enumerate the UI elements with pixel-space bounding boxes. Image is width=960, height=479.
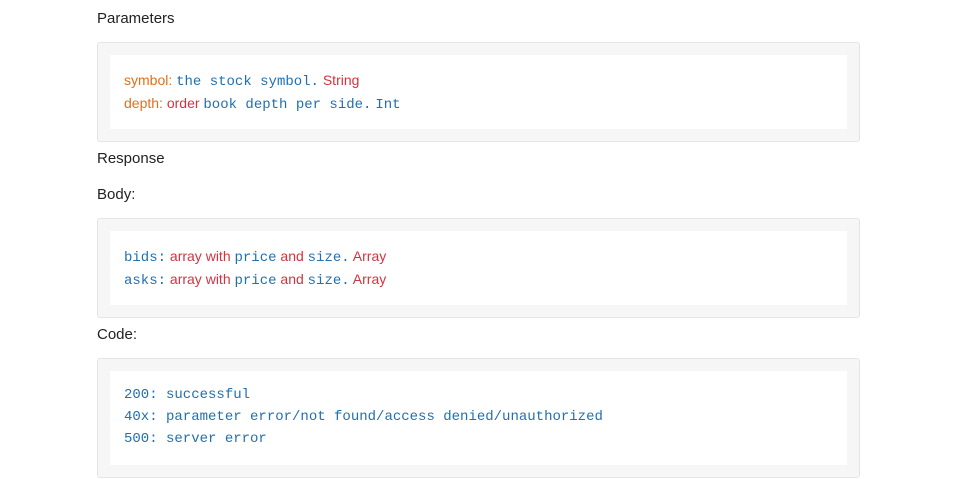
param-depth-line: depth: order book depth per side. Int (124, 92, 833, 115)
param-depth-type: Int (375, 97, 401, 113)
asks-word-with: with (205, 271, 231, 287)
response-heading: Response (97, 150, 165, 167)
body-asks-line: asks: array with price and size. Array (124, 268, 833, 291)
param-symbol-line: symbol: the stock symbol. String (124, 69, 833, 92)
asks-word-and: and (280, 271, 304, 287)
bids-word-price: price (234, 250, 277, 266)
status-code-panel: 200: successful 40x: parameter error/not… (97, 358, 860, 478)
param-depth-desc: book depth per side. (203, 97, 372, 113)
asks-word-size: size. (307, 273, 350, 289)
asks-word-array: array (169, 271, 202, 287)
param-depth-key: depth: (124, 95, 163, 111)
body-code-block: bids: array with price and size. Array a… (110, 231, 847, 305)
bids-word-array: array (169, 248, 202, 264)
bids-key: bids: (124, 250, 167, 266)
status-code-200: 200: successful (124, 387, 251, 403)
status-code-40x: 40x: parameter error/not found/access de… (124, 409, 603, 425)
asks-type: Array (352, 271, 387, 287)
api-doc-page: Parameters symbol: the stock symbol. Str… (0, 0, 960, 479)
asks-key: asks: (124, 273, 167, 289)
bids-type: Array (352, 248, 387, 264)
body-bids-line: bids: array with price and size. Array (124, 245, 833, 268)
body-heading: Body: (97, 186, 136, 203)
body-code-panel: bids: array with price and size. Array a… (97, 218, 860, 318)
bids-word-with: with (205, 248, 231, 264)
parameters-code-block: symbol: the stock symbol. String depth: … (110, 55, 847, 129)
status-code-500: 500: server error (124, 431, 267, 447)
code-heading: Code: (97, 326, 138, 343)
param-symbol-desc: the stock symbol. (176, 74, 319, 90)
param-depth-desc-keyword: order (166, 95, 200, 111)
param-symbol-key: symbol: (124, 72, 173, 88)
parameters-heading: Parameters (97, 10, 175, 27)
status-code-block: 200: successful 40x: parameter error/not… (110, 371, 847, 465)
param-symbol-type: String (322, 72, 360, 88)
bids-word-size: size. (307, 250, 350, 266)
bids-word-and: and (280, 248, 304, 264)
asks-word-price: price (234, 273, 277, 289)
parameters-code-panel: symbol: the stock symbol. String depth: … (97, 42, 860, 142)
